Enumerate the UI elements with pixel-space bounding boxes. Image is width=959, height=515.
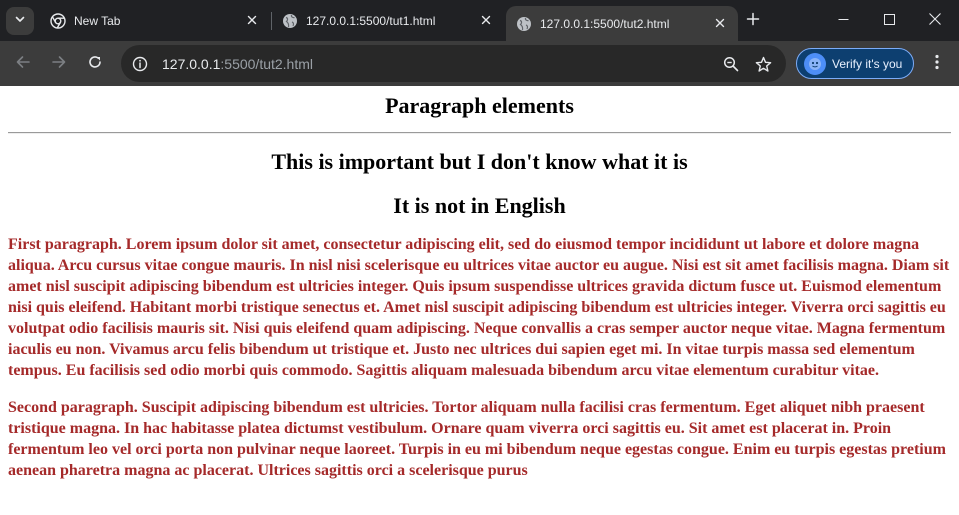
tab-new-tab[interactable]: New Tab <box>40 0 270 41</box>
address-url[interactable]: 127.0.0.1:5500/tut2.html <box>162 56 313 72</box>
paragraph-second: Second paragraph. Suscipit adipiscing bi… <box>8 399 946 479</box>
globe-icon <box>516 16 532 32</box>
verify-identity-button[interactable]: Verify it's you <box>796 48 914 79</box>
bookmark-star-icon[interactable] <box>749 50 777 78</box>
zoom-icon[interactable] <box>717 50 745 78</box>
url-host: 127.0.0.1 <box>162 55 221 72</box>
subheading-not-english: It is not in English <box>393 193 566 218</box>
tab-title: 127.0.0.1:5500/tut1.html <box>306 13 436 28</box>
subheading-important: This is important but I don't know what … <box>271 149 688 174</box>
browser-window: New Tab 127.0.0.1:5500/tut1.html 127.0.0… <box>0 0 959 515</box>
tab-tut2-active[interactable]: 127.0.0.1:5500/tut2.html <box>506 6 738 41</box>
browser-toolbar: 127.0.0.1:5500/tut2.html Verify it's you <box>0 41 959 86</box>
tab-title: 127.0.0.1:5500/tut2.html <box>540 16 670 31</box>
url-path: :5500/tut2.html <box>220 55 314 72</box>
site-info-icon[interactable] <box>126 50 154 78</box>
forward-button[interactable] <box>45 50 73 78</box>
close-window-button[interactable] <box>912 0 958 41</box>
avatar <box>804 52 826 75</box>
maximize-icon <box>883 12 895 30</box>
arrow-left-icon <box>15 54 31 75</box>
page-title: Paragraph elements <box>385 93 574 118</box>
chevron-down-icon <box>14 12 26 30</box>
maximize-button[interactable] <box>866 0 912 41</box>
reload-button[interactable] <box>81 50 109 78</box>
chrome-icon <box>50 12 66 29</box>
address-bar[interactable]: 127.0.0.1:5500/tut2.html <box>121 45 786 82</box>
tab-tut1[interactable]: 127.0.0.1:5500/tut1.html <box>272 0 504 41</box>
menu-button[interactable] <box>924 50 950 78</box>
tab-strip: New Tab 127.0.0.1:5500/tut1.html 127.0.0… <box>0 0 959 41</box>
page-content: Paragraph elements This is important but… <box>0 86 959 515</box>
minimize-button[interactable] <box>820 0 866 41</box>
more-vertical-icon <box>935 54 939 75</box>
minimize-icon <box>838 12 849 30</box>
globe-icon <box>282 13 298 29</box>
new-tab-button[interactable] <box>742 10 764 32</box>
back-button[interactable] <box>9 50 37 78</box>
tab-title: New Tab <box>74 13 121 28</box>
paragraph-first: First paragraph. Lorem ipsum dolor sit a… <box>8 236 950 379</box>
reload-icon <box>87 54 103 75</box>
arrow-right-icon <box>51 54 67 75</box>
verify-label: Verify it's you <box>832 56 903 71</box>
close-icon <box>929 12 941 30</box>
horizontal-rule <box>8 132 951 134</box>
close-tab-icon[interactable] <box>244 12 260 28</box>
plus-icon <box>746 12 760 31</box>
close-tab-icon[interactable] <box>712 15 728 31</box>
close-tab-icon[interactable] <box>478 12 494 28</box>
tab-search-button[interactable] <box>6 7 34 35</box>
